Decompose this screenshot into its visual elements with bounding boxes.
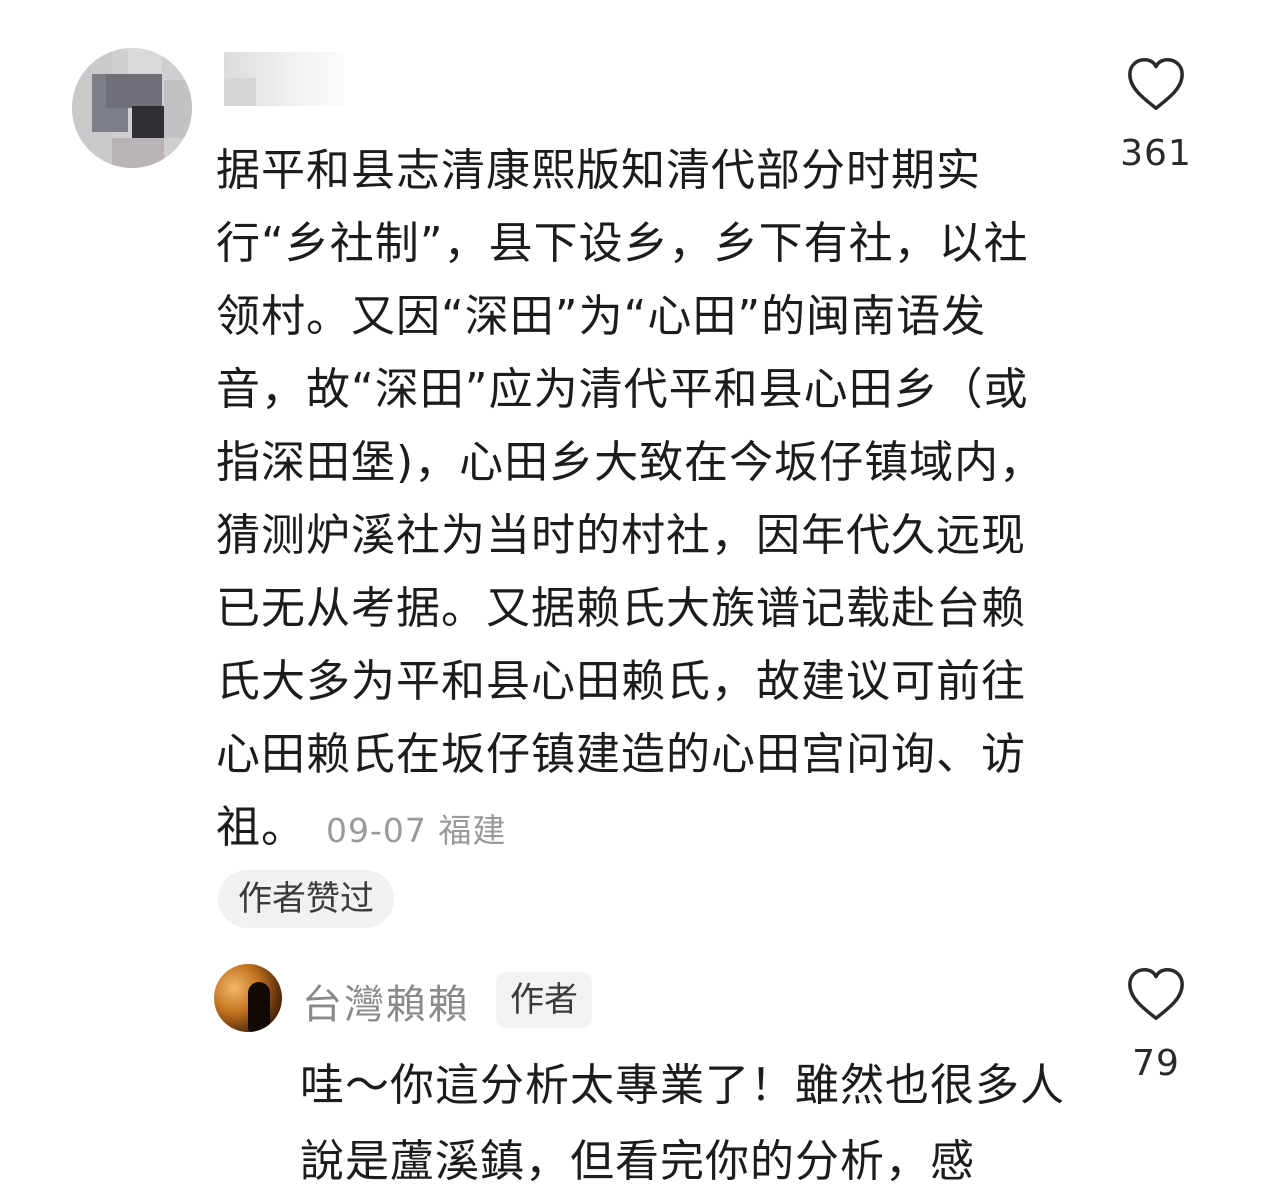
heart-outline-icon[interactable]: [1125, 965, 1187, 1023]
commenter-avatar[interactable]: [72, 48, 192, 168]
heart-outline-icon[interactable]: [1125, 55, 1187, 113]
comment-body: 据平和县志清康熙版知清代部分时期实行“乡社制”，县下设乡，乡下有社，以社领村。又…: [216, 134, 1046, 867]
comment-meta: 09-07 福建: [326, 811, 506, 850]
reply-text: 哇～你這分析太專業了！雖然也很多人說是蘆溪鎮，但看完你的分析，感: [300, 1060, 1065, 1187]
comment-like-button[interactable]: 361: [1096, 55, 1216, 174]
reply-avatar[interactable]: [214, 964, 282, 1032]
author-liked-badge: 作者赞过: [218, 870, 394, 928]
comment-location: 福建: [438, 811, 507, 850]
author-badge: 作者: [496, 972, 592, 1028]
commenter-username[interactable]: [224, 52, 344, 106]
comment-like-count: 361: [1120, 133, 1192, 174]
reply-username[interactable]: 台灣賴賴: [302, 972, 470, 1030]
reply-like-button[interactable]: 79: [1096, 965, 1216, 1084]
comment-date: 09-07: [326, 811, 427, 850]
reply-like-count: 79: [1132, 1043, 1180, 1084]
comment-text: 据平和县志清康熙版知清代部分时期实行“乡社制”，县下设乡，乡下有社，以社领村。又…: [216, 145, 1045, 853]
